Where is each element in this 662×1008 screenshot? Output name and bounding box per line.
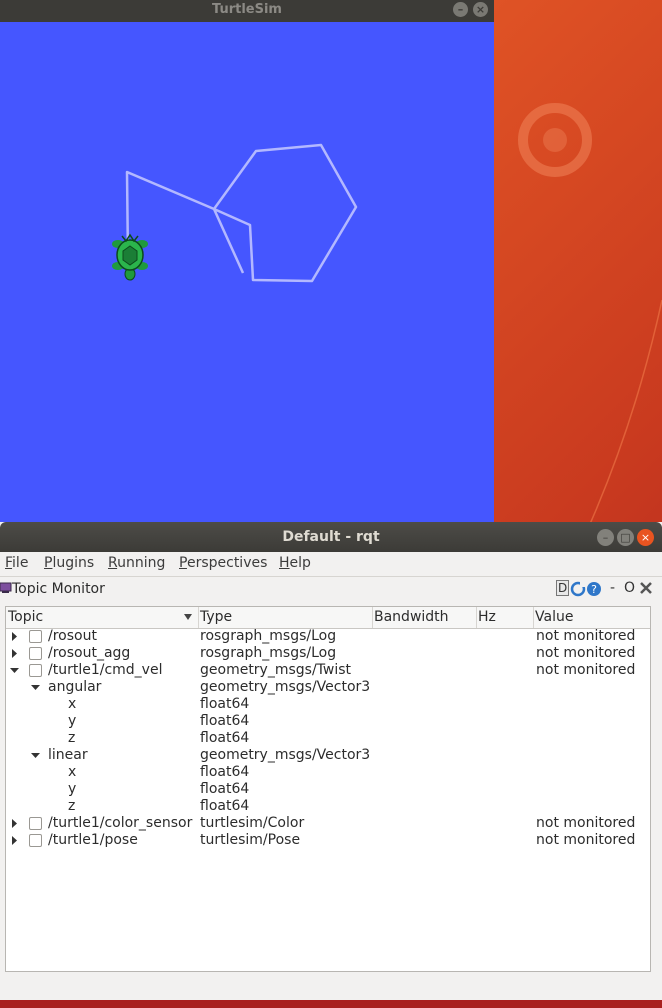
monitor-checkbox[interactable] <box>29 817 42 830</box>
field-type: float64 <box>200 798 250 814</box>
field-name: z <box>68 798 76 814</box>
collapse-arrow-icon[interactable] <box>31 683 40 692</box>
field-type: float64 <box>200 696 250 712</box>
field-name: x <box>68 696 77 712</box>
monitor-checkbox[interactable] <box>29 647 42 660</box>
field-type: geometry_msgs/Vector3 <box>200 747 371 763</box>
field-name: x <box>68 764 77 780</box>
field-name: y <box>68 713 77 729</box>
menu-running[interactable]: Running <box>108 555 165 571</box>
minimize-plugin-button[interactable]: - <box>610 580 615 596</box>
tree-header: Topic Type Bandwidth Hz Value <box>6 607 650 629</box>
turtlesim-window: TurtleSim – × <box>0 0 494 522</box>
topic-value: not monitored <box>536 832 636 848</box>
plugin-controls: D ? - O <box>556 580 656 598</box>
table-row[interactable]: y float64 <box>6 781 650 798</box>
plugin-header: Topic Monitor D ? - O <box>0 577 662 603</box>
minimize-icon[interactable]: – <box>453 2 468 17</box>
topic-value: not monitored <box>536 645 636 661</box>
monitor-checkbox[interactable] <box>29 664 42 677</box>
topic-tree[interactable]: Topic Type Bandwidth Hz Value /rosout ro… <box>5 606 651 972</box>
table-row[interactable]: linear geometry_msgs/Vector3 <box>6 747 650 764</box>
close-icon[interactable]: × <box>473 2 488 17</box>
topic-value: not monitored <box>536 815 636 831</box>
topic-type: rosgraph_msgs/Log <box>200 645 337 661</box>
dock-button[interactable]: D <box>556 580 570 596</box>
menu-plugins[interactable]: Plugins <box>44 555 94 571</box>
options-button[interactable]: O <box>624 580 635 596</box>
field-type: float64 <box>200 730 250 746</box>
rqt-window: Default - rqt – □ × File Plugins Running… <box>0 522 662 1008</box>
menu-help[interactable]: Help <box>279 555 311 571</box>
ubuntu-circle-icon <box>518 103 592 177</box>
expand-arrow-icon[interactable] <box>10 632 19 641</box>
table-row[interactable]: x float64 <box>6 696 650 713</box>
column-topic[interactable]: Topic <box>6 607 199 628</box>
desktop-bottom-strip <box>0 1000 662 1008</box>
reload-icon[interactable] <box>570 581 586 597</box>
table-row[interactable]: /turtle1/cmd_vel geometry_msgs/Twist not… <box>6 662 650 679</box>
field-type: float64 <box>200 764 250 780</box>
collapse-arrow-icon[interactable] <box>10 666 19 675</box>
table-row[interactable]: z float64 <box>6 798 650 815</box>
rqt-titlebar[interactable]: Default - rqt – □ × <box>0 522 662 552</box>
collapse-arrow-icon[interactable] <box>31 751 40 760</box>
table-row[interactable]: /turtle1/pose turtlesim/Pose not monitor… <box>6 832 650 849</box>
expand-arrow-icon[interactable] <box>10 819 19 828</box>
menu-file[interactable]: File <box>5 555 28 571</box>
field-type: float64 <box>200 781 250 797</box>
topic-value: not monitored <box>536 662 636 678</box>
menu-perspectives[interactable]: Perspectives <box>179 555 267 571</box>
expand-arrow-icon[interactable] <box>10 649 19 658</box>
topic-name: /rosout <box>48 628 97 644</box>
sort-arrow-icon <box>184 614 192 620</box>
topic-type: turtlesim/Color <box>200 815 305 831</box>
expand-arrow-icon[interactable] <box>10 836 19 845</box>
menu-bar: File Plugins Running Perspectives Help <box>0 552 662 577</box>
turtlesim-title: TurtleSim <box>212 2 282 17</box>
column-value[interactable]: Value <box>533 607 650 628</box>
field-name: linear <box>48 747 88 763</box>
topic-type: geometry_msgs/Twist <box>200 662 352 678</box>
topic-name: /rosout_agg <box>48 645 131 661</box>
close-icon[interactable]: × <box>637 529 654 546</box>
topic-value: not monitored <box>536 628 636 644</box>
field-name: z <box>68 730 76 746</box>
column-bandwidth[interactable]: Bandwidth <box>372 607 477 628</box>
topic-name: /turtle1/cmd_vel <box>48 662 163 678</box>
column-hz[interactable]: Hz <box>476 607 534 628</box>
table-row[interactable]: angular geometry_msgs/Vector3 <box>6 679 650 696</box>
topic-name: /turtle1/color_sensor <box>48 815 193 831</box>
plugin-icon <box>0 582 12 593</box>
help-icon[interactable]: ? <box>586 581 602 597</box>
table-row[interactable]: /turtle1/color_sensor turtlesim/Color no… <box>6 815 650 832</box>
column-type[interactable]: Type <box>198 607 373 628</box>
svg-text:?: ? <box>591 583 597 596</box>
maximize-icon[interactable]: □ <box>617 529 634 546</box>
monitor-checkbox[interactable] <box>29 630 42 643</box>
plugin-title: Topic Monitor <box>12 581 105 597</box>
table-row[interactable]: /rosout rosgraph_msgs/Log not monitored <box>6 628 650 645</box>
field-type: geometry_msgs/Vector3 <box>200 679 371 695</box>
turtlesim-titlebar[interactable]: TurtleSim – × <box>0 0 494 22</box>
topic-type: rosgraph_msgs/Log <box>200 628 337 644</box>
turtlesim-canvas <box>0 22 494 522</box>
table-row[interactable]: z float64 <box>6 730 650 747</box>
table-row[interactable]: y float64 <box>6 713 650 730</box>
field-name: y <box>68 781 77 797</box>
table-row[interactable]: /rosout_agg rosgraph_msgs/Log not monito… <box>6 645 650 662</box>
minimize-icon[interactable]: – <box>597 529 614 546</box>
rqt-title: Default - rqt <box>282 529 380 545</box>
monitor-checkbox[interactable] <box>29 834 42 847</box>
topic-name: /turtle1/pose <box>48 832 138 848</box>
field-type: float64 <box>200 713 250 729</box>
close-plugin-icon[interactable] <box>640 582 652 594</box>
topic-type: turtlesim/Pose <box>200 832 301 848</box>
field-name: angular <box>48 679 102 695</box>
table-row[interactable]: x float64 <box>6 764 650 781</box>
